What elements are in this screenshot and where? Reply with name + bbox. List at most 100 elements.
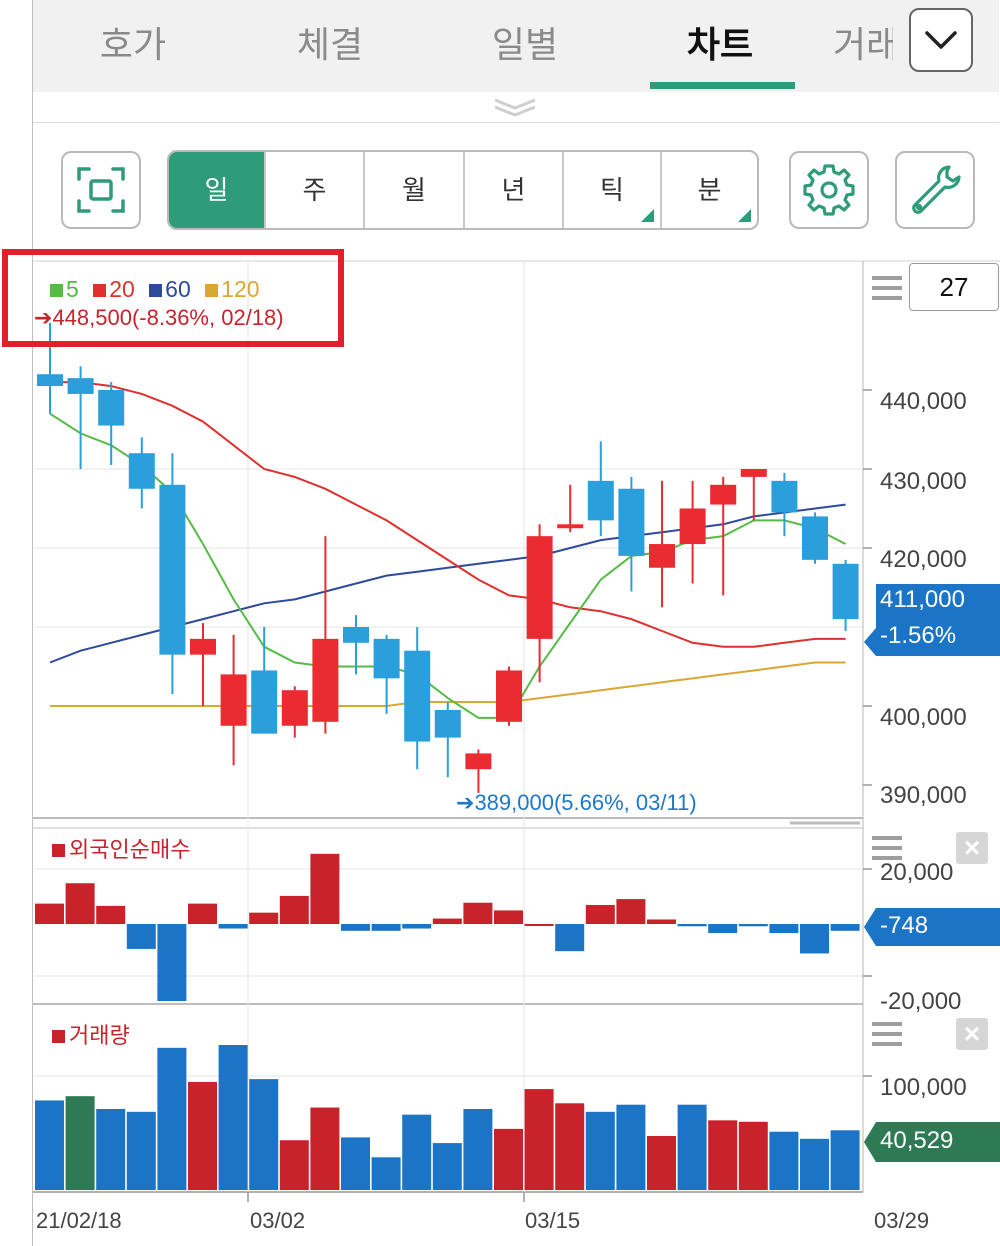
volume-bar [371,1157,401,1190]
foreign-panel-title: 외국인순매수 [52,832,190,864]
current-price: 411,000 [880,586,965,613]
volume-bar [218,1045,248,1190]
candle-body [434,709,461,738]
foreign-bar [96,905,126,924]
foreign-bar [310,853,340,924]
candle [679,480,706,584]
volume-bar [647,1135,676,1190]
volume-bar [402,1114,432,1190]
volume-bar [494,1128,523,1190]
foreign-bar [65,883,95,924]
foreign-bar [494,910,523,924]
x-tick-label: 03/02 [250,1208,306,1233]
volume-panel-menu-icon[interactable] [872,1022,902,1052]
foreign-current-value: -748 [880,912,929,939]
highlight-box [2,249,344,347]
stock-chart[interactable] [0,0,1000,1246]
candle [312,536,339,734]
y-tick-label: 420,000 [880,546,967,573]
candle [128,437,155,509]
candle-body [740,469,767,477]
foreign-bar [35,903,64,924]
volume-bar [524,1089,554,1190]
candle-body [373,638,400,679]
candle-body [618,488,645,556]
y-tick-label: 430,000 [880,468,967,495]
candle-body [128,453,155,489]
period-count-box[interactable]: 27 [909,263,999,311]
y-tick-label: -20,000 [880,988,962,1015]
foreign-bar [188,903,217,924]
foreign-bar [555,924,585,952]
x-tick-label: 21/02/18 [36,1208,122,1233]
volume-bar [188,1081,217,1190]
candle-body [312,638,339,722]
candle [649,480,675,608]
candle-body [37,374,63,387]
foreign-bar [677,924,707,927]
candle [404,627,431,770]
volume-bar [249,1079,279,1190]
candle [802,512,828,564]
main-panel-menu-icon[interactable] [872,276,902,306]
change-percent: -1.56% [880,622,957,649]
candle [832,559,859,631]
foreign-bar [585,904,615,924]
candle [618,476,645,592]
foreign-bar [432,918,462,924]
candle [220,634,247,766]
volume-bar [738,1121,768,1190]
foreign-bar [371,924,401,931]
foreign-bar [249,912,279,924]
volume-bar [555,1103,585,1190]
volume-bar [463,1108,493,1190]
foreign-bar [616,899,646,924]
candle-body [526,536,553,639]
volume-bar [65,1096,95,1190]
candle [159,453,186,695]
candle [251,627,278,734]
volume-bar [96,1108,126,1190]
foreign-bar [218,924,248,929]
candle [373,634,400,714]
y-tick-label: 100,000 [880,1074,967,1101]
candle-body [679,508,706,545]
close-icon[interactable]: × [956,1018,988,1050]
candle [557,484,584,533]
candle-body [67,378,94,394]
volume-current-value: 40,529 [880,1127,954,1154]
volume-bar [585,1111,615,1190]
candle-body [159,484,186,655]
x-tick-label: 03/15 [525,1208,581,1233]
volume-bar [800,1138,829,1190]
volume-bar [677,1104,707,1190]
candle-body [190,638,216,655]
foreign-bar [402,924,432,929]
close-icon[interactable]: × [956,832,988,864]
foreign-bar [769,924,799,934]
candle-body [832,563,859,620]
foreign-bar [830,924,860,931]
volume-bar [341,1137,370,1190]
candle-body [98,390,125,426]
ma120-line [50,661,846,707]
candle-body [771,480,798,513]
arrow-right-icon: ➔ [456,790,475,815]
volume-bar [279,1140,309,1190]
volume-panel-title: 거래량 [52,1018,130,1050]
y-tick-label: 20,000 [880,859,954,886]
candle [190,623,216,706]
y-tick-label: 390,000 [880,782,967,809]
volume-bar [126,1111,156,1190]
candle-body [802,516,828,560]
candle-body [404,650,431,742]
volume-bar [432,1143,462,1190]
low-price-note: ➔389,000(5.66%, 03/11) [456,790,697,815]
foreign-net-buy-bars [35,853,860,1001]
candlesticks [37,322,859,793]
candle-body [343,627,369,643]
candle-body [557,524,584,529]
candle-body [281,690,308,726]
candle [710,476,737,596]
candle [434,702,461,778]
